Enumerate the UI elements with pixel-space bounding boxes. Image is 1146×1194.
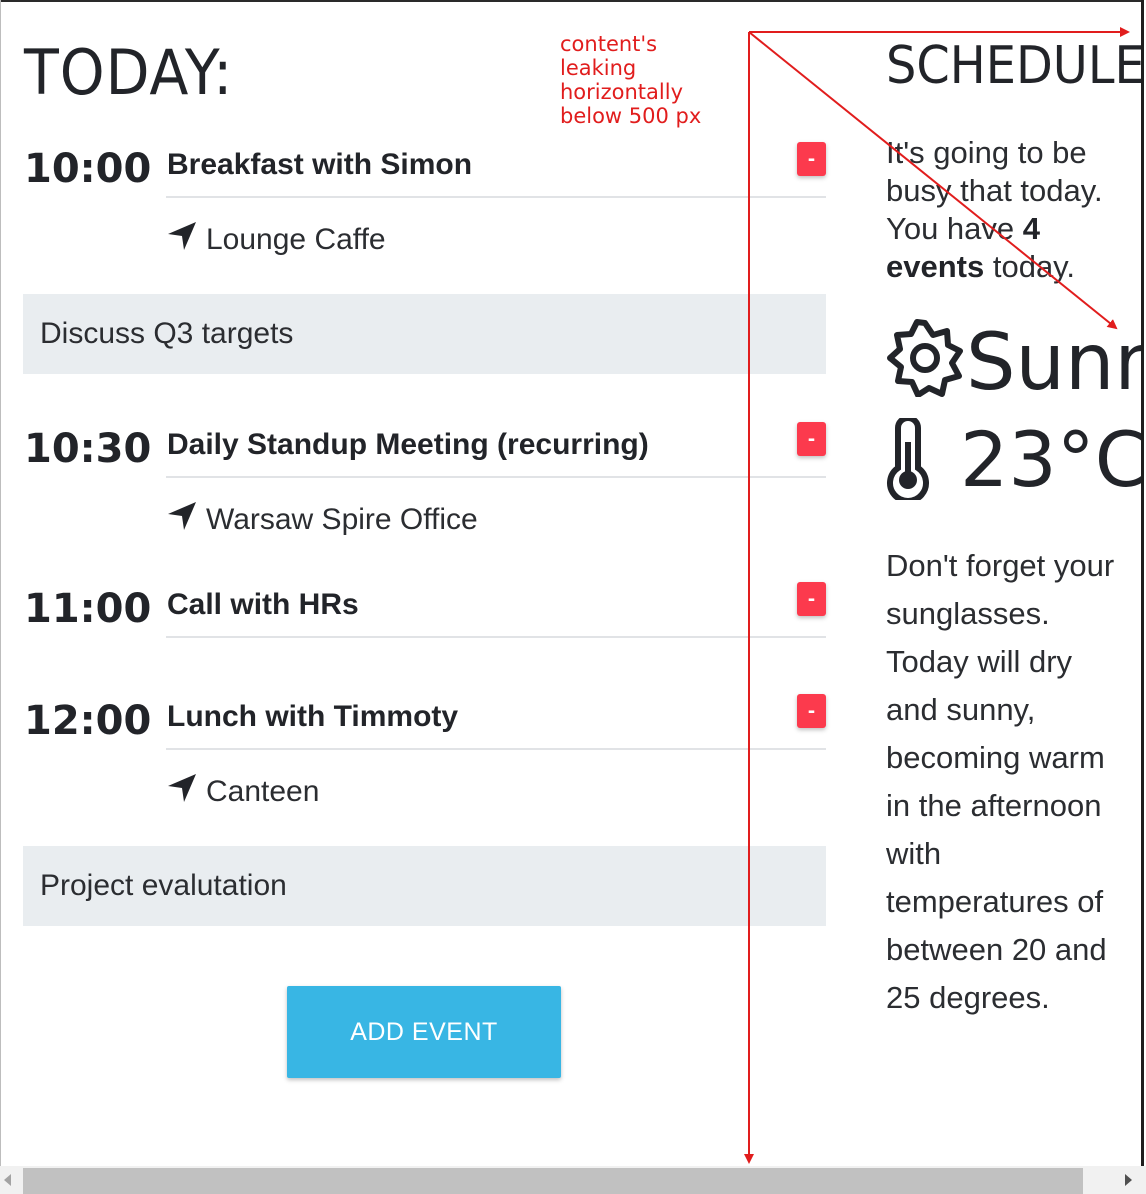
- scroll-right-arrow-icon[interactable]: [1125, 1174, 1132, 1186]
- scrollbar-thumb[interactable]: [23, 1168, 1083, 1194]
- horizontal-scrollbar[interactable]: [0, 1166, 1146, 1194]
- annotation-arrows: [744, 27, 1130, 1164]
- scroll-left-arrow-icon[interactable]: [4, 1174, 11, 1186]
